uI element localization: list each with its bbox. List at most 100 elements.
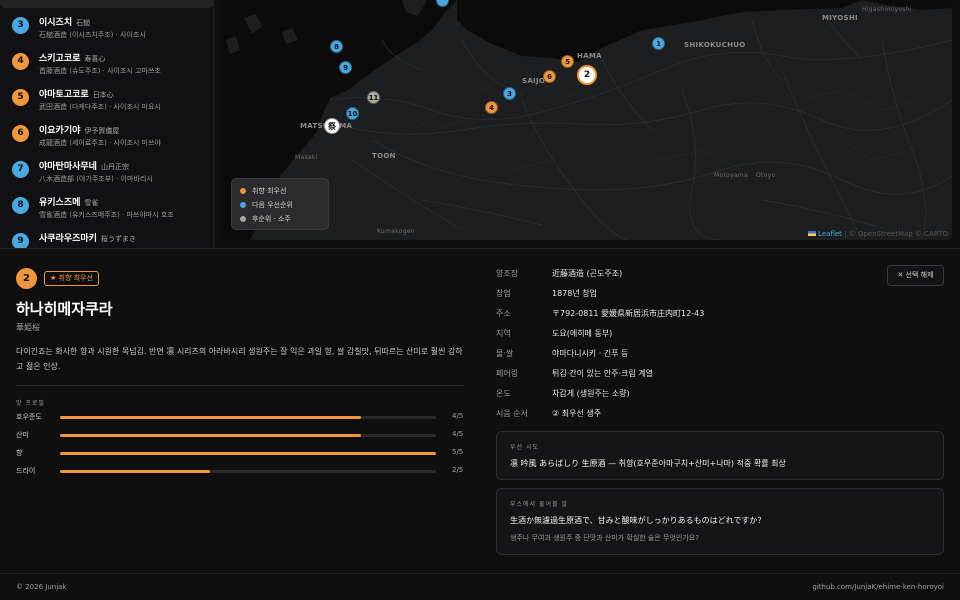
info-row-address: 주소 〒792-0811 愛媛県新居浜市庄内町12-43: [496, 309, 705, 318]
taste-profile-title: 맛 프로필: [16, 400, 45, 407]
info-row-tasting-order: 시음 순서 ② 최우선 생주: [496, 409, 602, 418]
map-label-otoyo: Otoyo: [756, 172, 776, 179]
sake-kanji-name: 華姫桜: [16, 323, 40, 332]
info-row-founded: 창업 1878년 창업: [496, 289, 597, 298]
rank-number: 5: [12, 89, 29, 106]
map-marker-11[interactable]: 11: [367, 91, 380, 104]
sake-name: 야마토고코로 日本心: [39, 90, 114, 100]
sake-title: 하나히메자쿠라: [16, 300, 113, 318]
brewery-list-sidebar: 3 이시즈치 石鎚 石鎚酒造 (이시즈치주조) · 사이조시 4 스키고코로 寿喜心…: [0, 0, 214, 249]
taste-row-aroma: 향 5/5: [16, 448, 466, 460]
taste-bar-track: [60, 452, 436, 455]
info-row-water-rice: 물·쌀 야마다니시키 · 긴푸 등: [496, 349, 629, 358]
map-label-masaki: Masaki: [295, 154, 318, 161]
map-label-saijo: SAIJO: [522, 77, 546, 85]
brewery-location: 雪雀酒造 (유키스즈메주조) · 마쓰야마시 호조: [39, 211, 174, 219]
legend-item-top-priority: 취향 최우선: [240, 184, 320, 198]
map-label-miyoshi: MIYOSHI: [822, 14, 858, 22]
card-title: 우선 시도: [510, 444, 539, 451]
map-label-higashimiyoshi: Higashimiyoshi: [862, 6, 912, 13]
taste-bar-track: [60, 434, 436, 437]
list-item-rank-8[interactable]: 8 유키스즈메 雪雀 雪雀酒造 (유키스즈메주조) · 마쓰야마시 호조: [0, 192, 213, 228]
brewery-location: 首藤酒造 (슈도주조) · 사이조시 고마쓰초: [39, 67, 161, 75]
list-item-rank-6[interactable]: 6 이요카기야 伊予賀儀屋 成龍酒造 (세이료주조) · 사이조시 미쓰야: [0, 120, 213, 156]
taste-row-acidity: 산미 4/5: [16, 430, 466, 442]
list-item-rank-5[interactable]: 5 야마토고코로 日本心 武田酒造 (다케다주조) · 사이조시 미요시: [0, 84, 213, 120]
divider: [16, 385, 464, 386]
github-link[interactable]: github.com/JunjaK/ehime-ken-horoyoi: [812, 583, 944, 591]
list-item-selected[interactable]: [0, 0, 213, 8]
map-marker-8[interactable]: 8: [330, 40, 343, 53]
taste-label: 산미: [16, 431, 29, 439]
copyright: © 2026 Junjak: [16, 583, 67, 591]
gray-dot-icon: [240, 216, 246, 222]
legend-item-next-priority: 다음 우선순위: [240, 198, 320, 212]
ukraine-flag-icon: [808, 231, 817, 236]
map-marker-4[interactable]: 4: [485, 101, 498, 114]
leaflet-link[interactable]: Leaflet: [818, 230, 842, 238]
section-divider: [0, 248, 960, 249]
taste-value: 2/5: [452, 466, 464, 474]
sake-name: 야마탄마사무네 山丹正宗: [39, 162, 129, 172]
rank-number: 2: [16, 268, 37, 289]
priority-badge: ★ 취향 최우선: [44, 271, 99, 286]
blue-dot-icon: [240, 202, 246, 208]
taste-value: 4/5: [452, 430, 464, 438]
sake-name: 유키스즈메 雪雀: [39, 198, 99, 208]
legend-item-low-priority: 후순위 · 소주: [240, 212, 320, 226]
map-marker-2-selected[interactable]: 2: [577, 65, 597, 85]
sake-description: 다이긴죠는 화사한 향과 시원한 목넘김. 반면 凛 시리즈의 아라바시리 생원…: [16, 347, 463, 371]
rank-number: 8: [12, 197, 29, 214]
rank-number: 6: [12, 125, 29, 142]
map-label-niihama: HAMA: [577, 52, 602, 60]
rank-number: 4: [12, 53, 29, 70]
map-marker-9[interactable]: 9: [339, 61, 352, 74]
info-row-brewery: 양조장 近藤酒造 (곤도주조): [496, 269, 623, 278]
map-marker-1[interactable]: 1: [652, 37, 665, 50]
question-korean: 생주나 무여과 생원주 중 단맛과 산미가 확실한 술은 무엇인가요?: [510, 534, 699, 542]
taste-bar-fill: [60, 434, 361, 437]
map-attribution: Leaflet | © OpenStreetMap © CARTO: [808, 230, 948, 238]
brewery-location: 武田酒造 (다케다주조) · 사이조시 미요시: [39, 103, 161, 111]
rank-number: 7: [12, 161, 29, 178]
map-label-kumakogen: Kumakogen: [377, 228, 415, 235]
list-item-rank-4[interactable]: 4 스키고코로 寿喜心 首藤酒造 (슈도주조) · 사이조시 고마쓰초: [0, 48, 213, 84]
map-marker-5[interactable]: 5: [561, 55, 574, 68]
taste-row-sweetness: 호우준도 4/5: [16, 412, 466, 424]
taste-label: 드라이: [16, 467, 36, 475]
taste-bar-track: [60, 416, 436, 419]
sake-name: 스키고코로 寿喜心: [39, 54, 106, 64]
info-row-pairing: 페어링 튀김·간이 있는 안주·크림 계열: [496, 369, 654, 378]
brewery-location: 石鎚酒造 (이시즈치주조) · 사이조시: [39, 31, 146, 39]
card-title: 부스에서 물어볼 말: [510, 501, 568, 508]
booth-question-card: 부스에서 물어볼 말 生酒か無濾過生原酒で、甘みと酸味がしっかりあるものはどれで…: [496, 488, 944, 555]
sake-name: 사쿠라우즈마키 桜うずまき: [39, 234, 136, 244]
card-text: 凛 吟風 あらばしり 生原酒 — 취향(호우준아마구치+산미+나마) 적중 확률…: [510, 459, 786, 468]
map-label-shikokuchuo: SHIKOKUCHUO: [684, 41, 746, 49]
map-marker-10[interactable]: 10: [346, 107, 359, 120]
sake-name: 이요카기야 伊予賀儀屋: [39, 126, 120, 136]
taste-bar-fill: [60, 416, 361, 419]
question-japanese: 生酒か無濾過生原酒で、甘みと酸味がしっかりあるものはどれですか？: [510, 516, 766, 525]
map-marker-3[interactable]: 3: [503, 87, 516, 100]
map-view[interactable]: HAMA SAIJO SHIKOKUCHUO MIYOSHI Higashimi…: [222, 0, 952, 240]
rank-number: 3: [12, 17, 29, 34]
taste-bar-fill: [60, 470, 211, 473]
taste-row-dryness: 드라이 2/5: [16, 466, 466, 478]
taste-bar-fill: [60, 452, 436, 455]
attribution-text: | © OpenStreetMap © CARTO: [844, 230, 948, 238]
map-label-motoyama: Motoyama: [714, 172, 749, 179]
clear-selection-button[interactable]: ✕ 선택 해제: [887, 265, 944, 286]
list-item-rank-3[interactable]: 3 이시즈치 石鎚 石鎚酒造 (이시즈치주조) · 사이조시: [0, 12, 213, 48]
taste-bar-track: [60, 470, 436, 473]
taste-label: 호우준도: [16, 413, 42, 421]
priority-try-card: 우선 시도 凛 吟風 あらばしり 生原酒 — 취향(호우준아마구치+산미+나마)…: [496, 431, 944, 480]
list-item-rank-7[interactable]: 7 야마탄마사무네 山丹正宗 八木酒造部 (야기주조부) · 이마바리시: [0, 156, 213, 192]
rank-number: 9: [12, 233, 29, 249]
footer: © 2026 Junjak github.com/JunjaK/ehime-ke…: [0, 573, 960, 600]
taste-value: 4/5: [452, 412, 464, 420]
list-item-rank-9[interactable]: 9 사쿠라우즈마키 桜うずまき: [0, 228, 213, 249]
map-marker-6[interactable]: 6: [543, 70, 556, 83]
map-marker-festival[interactable]: 祭: [324, 118, 340, 134]
orange-dot-icon: [240, 188, 246, 194]
